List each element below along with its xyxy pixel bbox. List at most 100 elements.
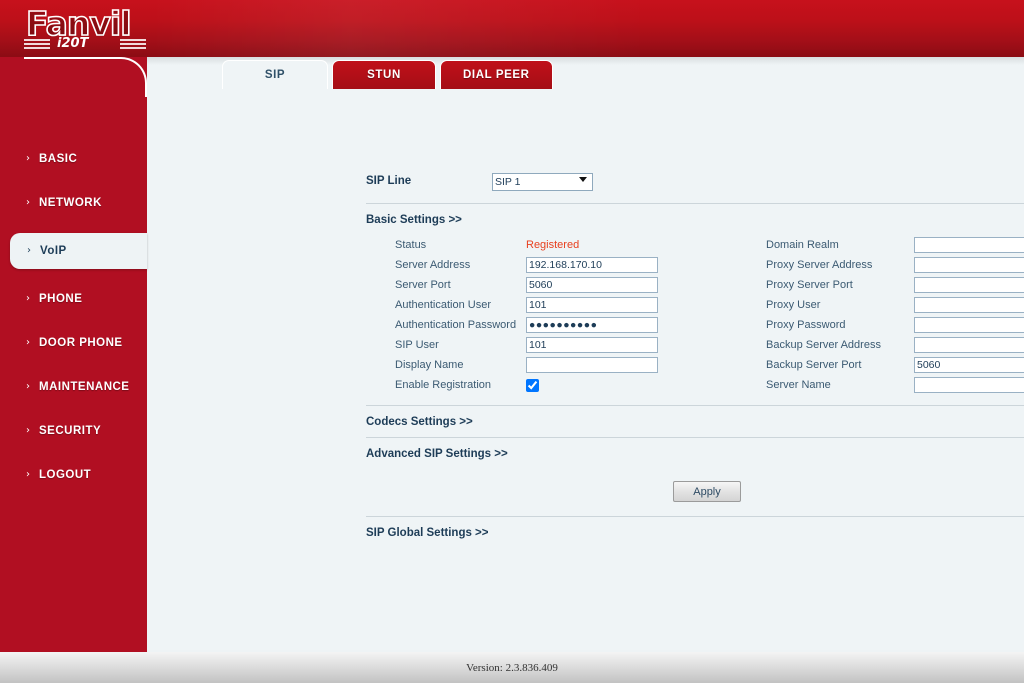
server-address-input[interactable] (526, 257, 658, 273)
enable-registration-checkbox[interactable] (526, 378, 539, 392)
section-basic-settings[interactable]: Basic Settings >> (366, 214, 1024, 226)
proxy-user-input[interactable] (914, 297, 1024, 313)
field-label: Authentication User (395, 299, 491, 311)
proxy-server-address-input[interactable] (914, 257, 1024, 273)
header-sheen (150, 0, 650, 57)
brand-logo: Fanvil i20T (16, 3, 146, 55)
field-cell: Server Address (366, 257, 754, 273)
sip-settings-form: SIP Line SIP 1SIP 2 Basic Settings >> St… (366, 170, 1024, 548)
field-cell: Domain Realm (754, 237, 1024, 253)
field-cell: Server Port (366, 277, 754, 293)
field-cell: Authentication User (366, 297, 754, 313)
chevron-right-icon: › (26, 469, 30, 480)
section-codecs-settings[interactable]: Codecs Settings >> (366, 416, 1024, 428)
sidebar-item-logout[interactable]: › LOGOUT (0, 461, 147, 489)
field-cell: Enable Registration (366, 378, 754, 392)
sip-line-select-wrap: SIP 1SIP 2 (492, 172, 593, 191)
page-header (0, 0, 1024, 57)
field-label: Server Port (395, 279, 451, 291)
sidebar-item-label: LOGOUT (39, 469, 92, 481)
field-label: Proxy Server Address (766, 259, 873, 271)
field-label: Status (395, 239, 427, 251)
section-sip-global-settings[interactable]: SIP Global Settings >> (366, 527, 1024, 539)
sidebar-item-voip[interactable]: › VoIP (10, 233, 147, 269)
sidebar-item-label: VoIP (40, 245, 67, 257)
form-row: Enable Registration Server Name (366, 375, 1024, 395)
tab-dial-peer[interactable]: DIAL PEER (440, 60, 553, 89)
field-label: Proxy Password (766, 319, 846, 331)
field-cell: Display Name (366, 357, 754, 373)
sidebar-item-label: NETWORK (39, 197, 102, 209)
proxy-password-input[interactable] (914, 317, 1024, 333)
chevron-right-icon: › (26, 381, 30, 392)
domain-realm-input[interactable] (914, 237, 1024, 253)
sidebar-item-basic[interactable]: › BASIC (0, 145, 147, 173)
sip-user-input[interactable] (526, 337, 658, 353)
sidebar-item-label: BASIC (39, 153, 78, 165)
chevron-right-icon: › (26, 425, 30, 436)
form-row: SIP User Backup Server Address (366, 335, 1024, 355)
sidebar-item-security[interactable]: › SECURITY (0, 417, 147, 445)
page-footer: Version: 2.3.836.409 (0, 652, 1024, 683)
field-label: Backup Server Port (766, 359, 862, 371)
sidebar-item-door-phone[interactable]: › DOOR PHONE (0, 329, 147, 357)
backup-server-port-input[interactable] (914, 357, 1024, 373)
backup-server-address-input[interactable] (914, 337, 1024, 353)
server-name-input[interactable] (914, 377, 1024, 393)
field-label: Backup Server Address (766, 339, 881, 351)
sip-line-select[interactable]: SIP 1SIP 2 (492, 172, 593, 191)
field-cell: SIP User (366, 337, 754, 353)
form-row: Server Port Proxy Server Port (366, 275, 1024, 295)
section-advanced-sip-settings[interactable]: Advanced SIP Settings >> (366, 448, 1024, 460)
chevron-right-icon: › (26, 293, 30, 304)
sidebar-item-label: MAINTENANCE (39, 381, 130, 393)
apply-row: Apply (366, 470, 1024, 516)
field-cell: Backup Server Address (754, 337, 1024, 353)
field-cell: Status Registered (366, 239, 754, 251)
form-row: Authentication Password Proxy Password (366, 315, 1024, 335)
divider-after-basic (366, 405, 1024, 406)
sidebar-item-label: DOOR PHONE (39, 337, 123, 349)
status-badge: Registered (526, 239, 580, 251)
tab-sip[interactable]: SIP (222, 60, 328, 89)
authentication-password-input[interactable] (526, 317, 658, 333)
content-area: SIP Line SIP 1SIP 2 Basic Settings >> St… (147, 88, 1024, 650)
field-label: Domain Realm (766, 239, 839, 251)
chevron-right-icon: › (27, 245, 31, 256)
apply-button[interactable]: Apply (673, 481, 741, 502)
sidebar-item-maintenance[interactable]: › MAINTENANCE (0, 373, 147, 401)
divider-top (366, 203, 1024, 204)
device-model: i20T (57, 36, 89, 51)
field-label: Display Name (395, 359, 464, 371)
firmware-version: Version: 2.3.836.409 (466, 661, 558, 674)
field-label: Authentication Password (395, 319, 517, 331)
sip-line-row: SIP Line SIP 1SIP 2 (366, 170, 1024, 192)
display-name-input[interactable] (526, 357, 658, 373)
tab-stun[interactable]: STUN (332, 60, 436, 89)
authentication-user-input[interactable] (526, 297, 658, 313)
form-row: Server Address Proxy Server Address (366, 255, 1024, 275)
tab-bar: SIP STUN DIAL PEER (222, 60, 553, 89)
sidebar-nav: › BASIC › NETWORK › VoIP › PHONE › DOOR PHONE › MAI… (0, 145, 147, 505)
proxy-server-port-input[interactable] (914, 277, 1024, 293)
form-row: Authentication User Proxy User (366, 295, 1024, 315)
sidebar-item-phone[interactable]: › PHONE (0, 285, 147, 313)
field-cell: Proxy User (754, 297, 1024, 313)
server-port-input[interactable] (526, 277, 658, 293)
field-label: Server Address (395, 259, 471, 271)
sip-line-label: SIP Line (366, 175, 412, 187)
field-cell: Backup Server Port (754, 357, 1024, 373)
field-cell: Proxy Server Address (754, 257, 1024, 273)
sidebar-item-network[interactable]: › NETWORK (0, 189, 147, 217)
chevron-right-icon: › (26, 337, 30, 348)
field-cell: Server Name (754, 377, 1024, 393)
sidebar: › BASIC › NETWORK › VoIP › PHONE › DOOR PHONE › MAI… (0, 0, 147, 652)
divider-after-apply (366, 516, 1024, 517)
sidebar-item-label: PHONE (39, 293, 83, 305)
field-label: Proxy User (766, 299, 821, 311)
field-label: Enable Registration (395, 379, 492, 391)
fanvil-web-ui: › BASIC › NETWORK › VoIP › PHONE › DOOR PHONE › MAI… (0, 0, 1024, 683)
field-cell: Authentication Password (366, 317, 754, 333)
field-label: Server Name (766, 379, 831, 391)
chevron-right-icon: › (26, 197, 30, 208)
